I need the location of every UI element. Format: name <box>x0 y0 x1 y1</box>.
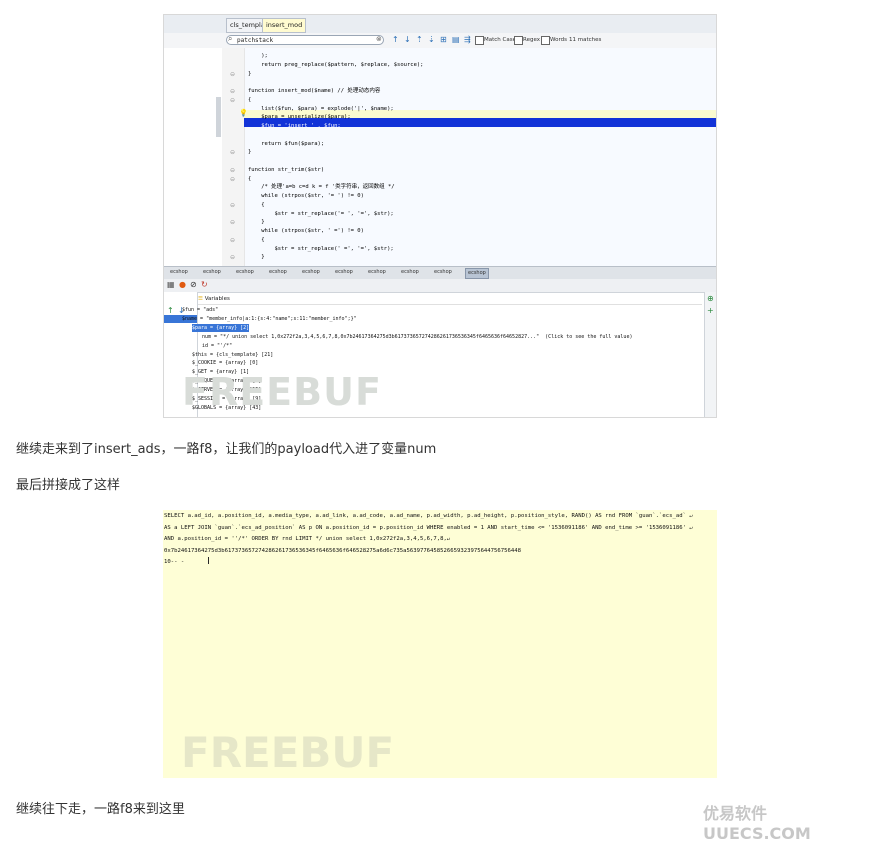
text-cursor-icon: I <box>207 556 210 567</box>
search-input[interactable]: patchstack <box>226 35 384 45</box>
fold-icon[interactable]: ⊖ <box>230 201 235 210</box>
code-line: return preg_replace($pattern, $replace, … <box>248 61 424 68</box>
filter-icon[interactable]: ▤ <box>452 35 460 44</box>
debug-session-tab[interactable]: ecshop <box>234 268 256 277</box>
fold-icon[interactable]: ⊖ <box>230 166 235 175</box>
debug-session-tab[interactable]: ecshop <box>465 268 489 279</box>
variable-row[interactable]: $name = "member_info|a:1:{s:4:"name";s:1… <box>182 315 357 323</box>
sql-line: AND a.position_id = ''/*' ORDER BY rnd L… <box>164 536 451 542</box>
code-line: { <box>248 201 265 208</box>
fold-icon[interactable]: ⊖ <box>230 236 235 245</box>
match-count: 11 matches <box>569 37 602 43</box>
sql-line: AS a LEFT JOIN `guan`.`ecs_ad_position` … <box>164 524 693 531</box>
breakpoint-icon[interactable]: ● <box>179 280 186 289</box>
regex-label: Regex <box>523 37 540 43</box>
prev-match-icon[interactable]: ↑ <box>392 35 399 44</box>
debug-session-tab[interactable]: ecshop <box>300 268 322 277</box>
fold-icon[interactable]: ⊖ <box>230 70 235 79</box>
fold-icon[interactable]: ⊖ <box>230 253 235 262</box>
clear-icon[interactable]: ⊗ <box>376 35 382 43</box>
sql-screenshot: SELECT a.ad_id, a.position_id, a.media_t… <box>163 510 717 778</box>
lightbulb-icon[interactable]: 💡 <box>239 109 248 117</box>
fold-icon[interactable]: ⊖ <box>230 148 235 157</box>
code-line: } <box>248 149 252 156</box>
ide-screenshot: cls_template insert_mod patchstack ⌕ ⊗ ↑… <box>163 14 717 418</box>
sql-line: 10-- - <box>164 559 185 565</box>
code-line: { <box>248 175 252 182</box>
debug-session-tabs: ecshop ecshop ecshop ecshop ecshop ecshop ecsh… <box>164 266 716 280</box>
code-line: function str_trim($str) <box>248 166 325 173</box>
code-line: return $fun($para); <box>248 140 325 147</box>
debug-session-tab[interactable]: ecshop <box>267 268 289 277</box>
match-case-label: Match Case <box>484 37 516 43</box>
variable-row[interactable]: $this = {cls_template} [21] <box>192 351 273 359</box>
tab-insert-mod[interactable]: insert_mod <box>262 18 307 33</box>
variable-row[interactable]: $para = {array} [2] <box>192 323 250 332</box>
code-line: ); <box>248 53 268 59</box>
debug-toolbar: ▦ ● ⊘ ↻ <box>164 279 716 293</box>
debug-session-tab[interactable]: ecshop <box>432 268 454 277</box>
variable-row[interactable]: $fun = "ads" <box>182 306 218 314</box>
watch-icon[interactable]: ⊕ <box>707 294 714 303</box>
fold-icon[interactable]: ⊖ <box>230 87 235 96</box>
paragraph-continue: 继续往下走，一路f8来到这里 <box>16 802 185 817</box>
variables-icon: ☰ <box>198 296 203 302</box>
paragraph-insert-ads: 继续走来到了insert_ads，一路f8，让我们的payload代入进了变量n… <box>16 442 437 457</box>
code-line: } <box>248 219 265 226</box>
fold-icon[interactable]: ⊖ <box>230 96 235 105</box>
debug-session-tab[interactable]: ecshop <box>333 268 355 277</box>
freebuf-watermark: FREEBUF <box>181 728 395 777</box>
options-icon[interactable]: ⇶ <box>464 35 471 44</box>
code-line: $str = str_replace('= ', '=', $str); <box>248 210 394 217</box>
code-line: while (strpos($str, '= ') != 0) <box>248 193 364 199</box>
code-line: while (strpos($str, ' =') != 0) <box>248 228 364 234</box>
variables-title: Variables <box>204 296 230 302</box>
mute-breakpoints-icon[interactable]: ⊘ <box>190 280 197 289</box>
sql-line: SELECT a.ad_id, a.position_id, a.media_t… <box>164 513 693 519</box>
debug-session-tab[interactable]: ecshop <box>366 268 388 277</box>
add-watch-icon[interactable]: + <box>707 306 714 315</box>
fold-icon[interactable]: ⊖ <box>230 218 235 227</box>
words-checkbox[interactable] <box>541 36 550 45</box>
right-toolbar: ⊕ + <box>704 292 716 417</box>
variables-header: ☰ Variables <box>198 295 702 305</box>
code-line: { <box>248 236 265 243</box>
next-match-icon[interactable]: ↓ <box>404 35 411 44</box>
code-line: } <box>248 70 252 77</box>
search-icon: ⌕ <box>228 34 233 43</box>
match-case-checkbox[interactable] <box>475 36 484 45</box>
debug-session-tab[interactable]: ecshop <box>201 268 223 277</box>
code-line: $fun = 'insert_' . $fun; <box>248 123 341 129</box>
select-all-icon[interactable]: ⊞ <box>440 35 447 44</box>
debug-session-tab[interactable]: ecshop <box>399 268 421 277</box>
fold-icon[interactable]: ⊖ <box>230 175 235 184</box>
sql-line: 0x7b24617364275d3b6173736572742862617365… <box>164 547 521 554</box>
regex-checkbox[interactable] <box>514 36 523 45</box>
editor-tab-bar: cls_template insert_mod <box>164 15 716 34</box>
debug-session-tab[interactable]: ecshop <box>168 268 190 277</box>
code-line: list($fun, $para) = explode('|', $name); <box>248 105 394 112</box>
paragraph-concat: 最后拼接成了这样 <box>16 478 121 493</box>
variable-row[interactable]: $_COOKIE = {array} [0] <box>192 359 258 367</box>
code-line: } <box>248 254 265 261</box>
grid-icon[interactable]: ▦ <box>167 280 175 289</box>
variable-row[interactable]: id = "'/*" <box>202 342 232 350</box>
find-bar: patchstack ⌕ ⊗ ↑ ↓ ⇡ ⇣ ⊞ ▤ ⇶ Match Case … <box>164 33 716 49</box>
code-line: function insert_mod($name) // 处理动态内容 <box>248 88 381 94</box>
code-line: $str = str_replace(' =', '=', $str); <box>248 245 394 252</box>
freebuf-watermark: FREEBUF <box>182 370 382 414</box>
up-arrow-icon[interactable]: ↑ <box>167 306 174 315</box>
restore-icon[interactable]: ↻ <box>201 280 208 289</box>
variable-row[interactable]: num = "*/ union select 1,0x272f2a,3,4,5,… <box>202 333 632 341</box>
words-label: Words <box>550 37 568 43</box>
remove-occurrence-icon[interactable]: ⇣ <box>428 35 435 44</box>
project-panel-edge <box>164 48 222 266</box>
code-editor[interactable] <box>164 48 716 266</box>
code-line: $para = unserialize($para); <box>248 114 351 121</box>
add-occurrence-icon[interactable]: ⇡ <box>416 35 423 44</box>
scrollbar[interactable] <box>216 97 221 137</box>
code-line: /* 处理'a=b c=d k = f '类字符串，返回数组 */ <box>248 184 395 191</box>
code-line: { <box>248 96 252 103</box>
site-brand: 优易软件 UUECS.COM <box>703 804 811 843</box>
